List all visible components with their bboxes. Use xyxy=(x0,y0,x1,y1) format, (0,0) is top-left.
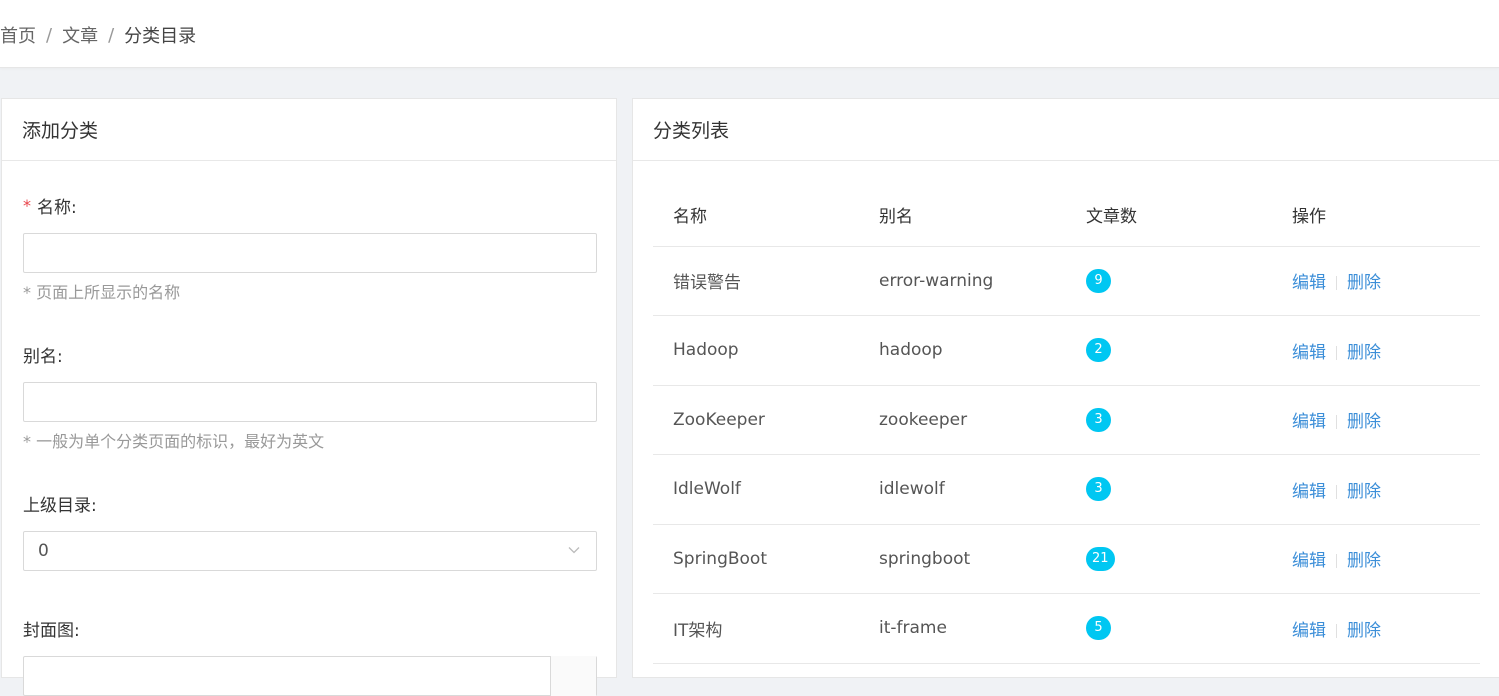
category-alias: idlewolf xyxy=(859,454,1066,525)
parent-select-value: 0 xyxy=(38,541,49,561)
article-count-cell: 5 xyxy=(1066,593,1272,664)
action-divider xyxy=(1336,276,1337,291)
parent-select[interactable]: 0 xyxy=(23,531,597,571)
name-input[interactable] xyxy=(23,233,597,273)
edit-link[interactable]: 编辑 xyxy=(1292,412,1326,432)
category-name: IdleWolf xyxy=(653,454,859,525)
parent-label: 上级目录: xyxy=(23,495,97,516)
category-alias: zookeeper xyxy=(859,385,1066,455)
table-header-row: 名称 别名 文章数 操作 xyxy=(653,183,1480,247)
article-count-cell: 3 xyxy=(1066,385,1272,455)
article-count-badge: 2 xyxy=(1086,338,1111,363)
edit-link[interactable]: 编辑 xyxy=(1292,273,1326,293)
actions-cell: 编辑 删除 xyxy=(1272,524,1480,594)
required-mark: * xyxy=(23,195,31,215)
table-row: 错误警告 error-warning 9 编辑 删除 xyxy=(653,246,1480,316)
article-count-cell: 3 xyxy=(1066,454,1272,525)
cover-upload-button[interactable] xyxy=(550,656,596,696)
category-name: 错误警告 xyxy=(653,246,859,316)
category-list-panel: 分类列表 名称 别名 文章数 操作 错误警告 error-warning 9 编辑 删除… xyxy=(632,98,1499,678)
alias-hint: * 一般为单个分类页面的标识，最好为英文 xyxy=(23,432,325,451)
edit-link[interactable]: 编辑 xyxy=(1292,621,1326,641)
table-row: SpringBoot springboot 21 编辑 删除 xyxy=(653,524,1480,594)
alias-form-item: 别名: * 一般为单个分类页面的标识，最好为英文 xyxy=(23,342,597,452)
table-row: ZooKeeper zookeeper 3 编辑 删除 xyxy=(653,385,1480,455)
article-count-cell: 21 xyxy=(1066,524,1272,594)
breadcrumb-separator: / xyxy=(108,24,115,46)
add-category-title: 添加分类 xyxy=(2,99,616,161)
delete-link[interactable]: 删除 xyxy=(1347,551,1381,571)
alias-label: 别名: xyxy=(23,346,63,367)
action-divider xyxy=(1336,484,1337,499)
column-header-count: 文章数 xyxy=(1066,183,1272,247)
parent-form-item: 上级目录: 0 xyxy=(23,491,597,571)
table-row: Hadoop hadoop 2 编辑 删除 xyxy=(653,315,1480,386)
breadcrumb: 首页 / 文章 / 分类目录 xyxy=(0,22,196,48)
top-bar: 首页 / 文章 / 分类目录 xyxy=(0,0,1499,68)
breadcrumb-separator: / xyxy=(46,24,53,46)
breadcrumb-home[interactable]: 首页 xyxy=(0,22,36,48)
delete-link[interactable]: 删除 xyxy=(1347,273,1381,293)
article-count-badge: 9 xyxy=(1086,268,1111,293)
name-hint: * 页面上所显示的名称 xyxy=(23,283,181,302)
category-alias: error-warning xyxy=(859,246,1066,316)
name-label: * 名称: xyxy=(23,193,597,218)
breadcrumb-current: 分类目录 xyxy=(124,26,197,47)
actions-cell: 编辑 删除 xyxy=(1272,454,1480,525)
column-header-actions: 操作 xyxy=(1272,183,1480,247)
category-alias: hadoop xyxy=(859,315,1066,386)
category-name: SpringBoot xyxy=(653,524,859,594)
table-row: IT架构 it-frame 5 编辑 删除 xyxy=(653,593,1480,664)
breadcrumb-articles[interactable]: 文章 xyxy=(62,22,98,48)
article-count-cell: 9 xyxy=(1066,246,1272,316)
category-alias: springboot xyxy=(859,524,1066,594)
article-count-badge: 5 xyxy=(1086,616,1111,641)
table-row: IdleWolf idlewolf 3 编辑 删除 xyxy=(653,454,1480,525)
add-category-panel: 添加分类 * 名称: * 页面上所显示的名称 别名: * 一般为单个分类页面的标… xyxy=(1,98,617,696)
delete-link[interactable]: 删除 xyxy=(1347,621,1381,641)
actions-cell: 编辑 删除 xyxy=(1272,315,1480,386)
category-table: 名称 别名 文章数 操作 错误警告 error-warning 9 编辑 删除 Hadoo… xyxy=(653,183,1480,664)
cover-label: 封面图: xyxy=(23,620,80,641)
name-form-item: * 名称: * 页面上所显示的名称 xyxy=(23,193,597,303)
category-name: Hadoop xyxy=(653,315,859,386)
name-label-text: 名称: xyxy=(37,197,77,218)
delete-link[interactable]: 删除 xyxy=(1347,482,1381,502)
category-name: ZooKeeper xyxy=(653,385,859,455)
action-divider xyxy=(1336,623,1337,638)
actions-cell: 编辑 删除 xyxy=(1272,385,1480,455)
action-divider xyxy=(1336,554,1337,569)
cover-form-item: 封面图: xyxy=(23,616,597,696)
edit-link[interactable]: 编辑 xyxy=(1292,482,1326,502)
action-divider xyxy=(1336,415,1337,430)
alias-input[interactable] xyxy=(23,382,597,422)
category-list-title: 分类列表 xyxy=(633,99,1499,161)
actions-cell: 编辑 删除 xyxy=(1272,246,1480,316)
chevron-down-icon xyxy=(568,547,580,554)
delete-link[interactable]: 删除 xyxy=(1347,412,1381,432)
category-alias: it-frame xyxy=(859,593,1066,664)
edit-link[interactable]: 编辑 xyxy=(1292,551,1326,571)
action-divider xyxy=(1336,345,1337,360)
category-name: IT架构 xyxy=(653,593,859,664)
delete-link[interactable]: 删除 xyxy=(1347,343,1381,363)
actions-cell: 编辑 删除 xyxy=(1272,593,1480,664)
column-header-name: 名称 xyxy=(653,183,859,247)
edit-link[interactable]: 编辑 xyxy=(1292,343,1326,363)
article-count-badge: 3 xyxy=(1086,477,1111,502)
article-count-badge: 3 xyxy=(1086,407,1111,432)
column-header-alias: 别名 xyxy=(859,183,1066,247)
cover-input[interactable] xyxy=(23,656,597,696)
article-count-cell: 2 xyxy=(1066,315,1272,386)
article-count-badge: 21 xyxy=(1086,546,1115,571)
